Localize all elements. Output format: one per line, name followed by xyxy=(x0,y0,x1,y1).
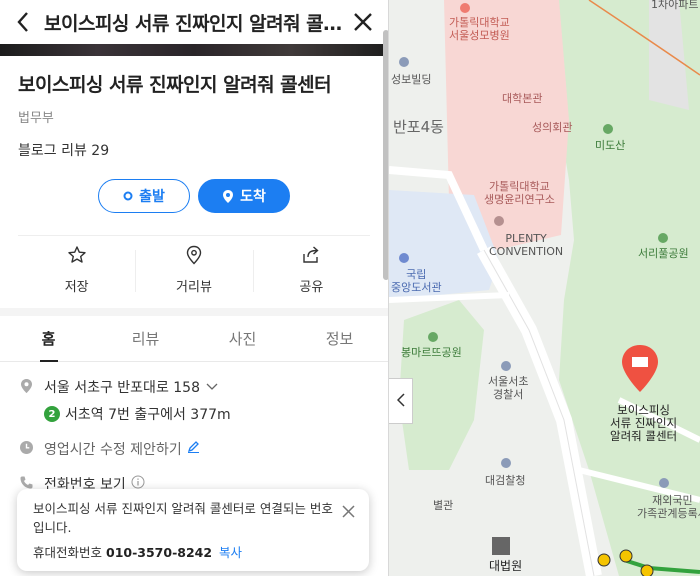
office-icon[interactable] xyxy=(659,478,669,488)
tab-photo[interactable]: 사진 xyxy=(194,316,291,361)
top-bar: 보이스피싱 서류 진짜인지 알려줘 콜센터 xyxy=(0,0,388,44)
address-row[interactable]: 서울 서초구 반포대로 158 xyxy=(18,377,370,397)
tab-home[interactable]: 홈 xyxy=(0,316,97,361)
tab-info[interactable]: 정보 xyxy=(291,316,388,361)
address-text: 서울 서초구 반포대로 158 xyxy=(44,380,200,396)
info-section: 서울 서초구 반포대로 158 2 서초역 7번 출구에서 377m 영업시간 … xyxy=(0,377,388,494)
section-divider xyxy=(0,308,388,316)
copy-button[interactable]: 복사 xyxy=(219,545,242,560)
map-label-court: 대법원 xyxy=(489,559,523,573)
roadview-button[interactable]: 거리뷰 xyxy=(135,244,252,296)
header-title: 보이스피싱 서류 진짜인지 알려줘 콜센터 xyxy=(44,12,350,35)
convention-icon[interactable] xyxy=(494,216,504,226)
toast-close-icon[interactable] xyxy=(342,505,355,521)
map-label-police: 서울서초 경찰서 xyxy=(488,375,529,401)
share-button[interactable]: 공유 xyxy=(252,244,370,296)
park-icon[interactable] xyxy=(658,233,668,243)
toast-phone-label: 휴대전화번호 xyxy=(33,545,103,560)
map-label-bioethics: 가톨릭대학교 생명윤리연구소 xyxy=(484,180,555,206)
action-bar: 저장 거리뷰 공유 xyxy=(18,235,370,296)
panel-collapse-button[interactable] xyxy=(389,378,413,424)
place-header: 보이스피싱 서류 진짜인지 알려줘 콜센터 법무부 블로그 리뷰 29 xyxy=(0,56,388,160)
star-icon xyxy=(67,245,87,269)
map-label-banpo: 반포4동 xyxy=(393,118,444,136)
roadview-label: 거리뷰 xyxy=(176,280,212,295)
hours-row[interactable]: 영업시간 수정 제안하기 xyxy=(18,439,370,459)
arrive-label: 도착 xyxy=(240,189,266,205)
subway-text: 서초역 7번 출구에서 377m xyxy=(65,407,231,423)
map-label-seoripul: 서리풀공원 xyxy=(638,247,689,260)
map-view[interactable]: 가톨릭대학교 서울성모병원 성보빌딩 대학본관 반포4동 성의회관 미도산 가톨릭… xyxy=(389,0,700,576)
location-icon xyxy=(18,377,34,394)
tab-review[interactable]: 리뷰 xyxy=(97,316,194,361)
map-label-bldg: 성보빌딩 xyxy=(391,73,432,86)
photo-strip[interactable] xyxy=(0,44,388,56)
map-label-family: 재외국민가족관계등록사 xyxy=(637,494,700,520)
map-label-hospital: 가톨릭대학교 서울성모병원 xyxy=(449,16,510,42)
subway-line-badge: 2 xyxy=(44,406,60,422)
clock-icon xyxy=(18,439,34,455)
pencil-icon xyxy=(187,439,200,457)
place-name: 보이스피싱 서류 진짜인지 알려줘 콜센터 xyxy=(18,74,332,96)
place-panel: 보이스피싱 서류 진짜인지 알려줘 콜센터 보이스피싱 서류 진짜인지 알려줘 … xyxy=(0,0,389,576)
chevron-down-icon[interactable] xyxy=(206,377,218,395)
share-icon xyxy=(301,245,321,269)
phone-toast: 보이스피싱 서류 진짜인지 알려줘 콜센터로 연결되는 번호입니다. 휴대전화번… xyxy=(17,489,369,571)
location-pin-icon xyxy=(222,189,234,204)
depart-button[interactable]: 출발 xyxy=(98,179,190,213)
save-label: 저장 xyxy=(64,280,89,295)
blog-review-count[interactable]: 블로그 리뷰 29 xyxy=(18,140,370,160)
place-category: 법무부 xyxy=(18,111,54,126)
mountain-icon[interactable] xyxy=(603,124,613,134)
map-label-library: 국립 중앙도서관 xyxy=(391,268,442,294)
phone-icon xyxy=(18,474,34,490)
map-label-byeolgwan: 별관 xyxy=(433,499,454,512)
prosecutor-icon[interactable] xyxy=(501,458,511,468)
origin-dot-icon xyxy=(123,191,133,201)
toast-phone-number: 010-3570-8242 xyxy=(106,545,213,560)
map-label-prosecutor: 대검찰청 xyxy=(485,474,526,487)
park-icon[interactable] xyxy=(428,332,438,342)
map-label-bongmaru: 봉마르뜨공원 xyxy=(401,346,462,359)
map-label-univ-hq: 대학본관 xyxy=(502,92,543,105)
roadview-pin-icon xyxy=(185,245,203,269)
tab-bar: 홈 리뷰 사진 정보 xyxy=(0,316,388,362)
court-icon[interactable] xyxy=(492,537,510,555)
subway-row: 2 서초역 7번 출구에서 377m xyxy=(44,404,370,424)
chevron-left-icon xyxy=(396,392,405,411)
subway-station-icon[interactable] xyxy=(619,549,633,563)
library-icon[interactable] xyxy=(399,253,409,263)
toast-phone-line: 휴대전화번호 010-3570-8242 복사 xyxy=(33,542,353,561)
building-icon[interactable] xyxy=(399,57,409,67)
map-label-midosan: 미도산 xyxy=(595,139,626,152)
toast-message: 보이스피싱 서류 진짜인지 알려줘 콜센터로 연결되는 번호입니다. xyxy=(33,501,333,535)
subway-station-icon[interactable] xyxy=(640,564,654,576)
subway-station-icon[interactable] xyxy=(597,553,611,567)
map-label-apartment: 1차아파트 xyxy=(651,0,699,11)
hours-text: 영업시간 수정 제안하기 xyxy=(44,442,182,458)
map-label-place[interactable]: 보이스피싱 서류 진짜인지 알려줘 콜센터 xyxy=(610,404,677,443)
save-button[interactable]: 저장 xyxy=(18,244,135,296)
back-button[interactable] xyxy=(10,9,36,35)
share-label: 공유 xyxy=(299,280,324,295)
police-icon[interactable] xyxy=(501,361,511,371)
marker-building-glyph xyxy=(632,357,648,367)
map-label-plenty: PLENTY CONVENTION xyxy=(489,232,564,258)
close-button[interactable] xyxy=(350,9,376,35)
hospital-icon[interactable] xyxy=(460,3,470,13)
depart-label: 출발 xyxy=(139,189,165,205)
route-buttons: 출발 도착 xyxy=(0,179,388,213)
arrive-button[interactable]: 도착 xyxy=(198,179,290,213)
map-label-seongui: 성의회관 xyxy=(532,121,573,134)
